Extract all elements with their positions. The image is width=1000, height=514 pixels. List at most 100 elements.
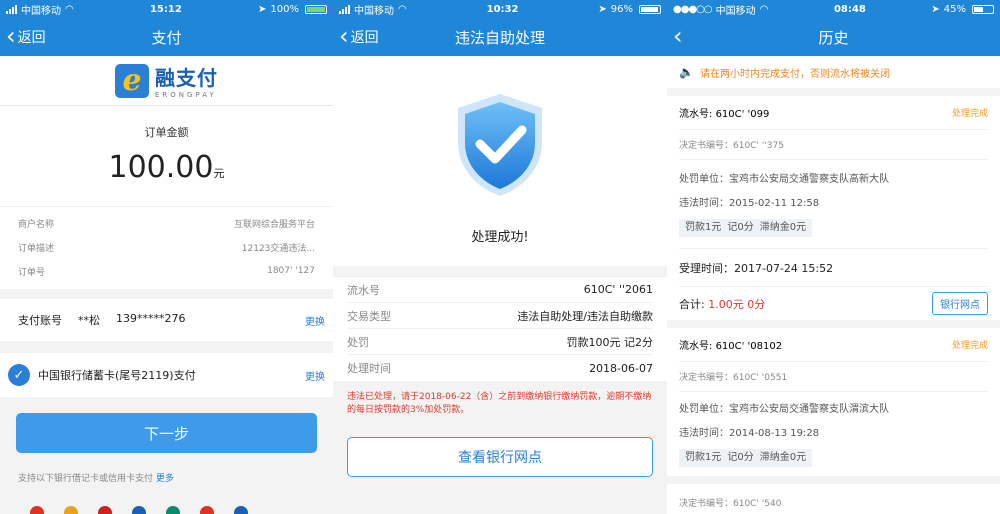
payment-warning-bar: 🔈 请在两小时内完成支付，否则流水将被关闭 xyxy=(667,56,1000,88)
chevron-left-icon: ‹ xyxy=(339,21,349,50)
account-phone: 139*****276 xyxy=(116,312,186,325)
result-row: 交易类型 违法自助处理/违法自助缴款 xyxy=(347,303,653,329)
bank-icon xyxy=(30,506,44,514)
serial-label: 流水号: xyxy=(679,341,713,352)
serial-group: 流水号: 610C' '08102 xyxy=(679,337,782,352)
status-badge: 处理完成 xyxy=(951,109,988,119)
bank-icon xyxy=(200,506,214,514)
clock: 15:12 xyxy=(149,3,182,15)
status-bar: ●●●○○ 中国移动 ◠ 08:48 ➤ 45% xyxy=(667,0,1000,18)
bank-icon xyxy=(132,506,146,514)
result-label: 交易类型 xyxy=(347,309,391,323)
result-value: 罚款100元 记2分 xyxy=(566,335,654,349)
late-fee-tag: 滞纳金0元 xyxy=(759,222,807,233)
success-section: 处理成功! xyxy=(333,56,667,266)
bank-icon xyxy=(98,506,112,514)
total-label: 合计: xyxy=(679,297,705,311)
detail-label: 商户名称 xyxy=(18,219,55,230)
record-footer: 合计: 1.00元 0分 银行网点 xyxy=(679,286,988,320)
history-screen: ●●●○○ 中国移动 ◠ 08:48 ➤ 45% ‹ 历史 🔈 请在两小时内完成… xyxy=(667,0,1000,514)
battery-percent: 100% xyxy=(270,3,299,15)
payment-deadline-notice: 违法已处理，请于2018-06-22（含）之前到缴纳银行缴纳罚款，逾期不缴纳的每… xyxy=(347,392,652,415)
card-row[interactable]: ✓ 中国银行储蓄卡(尾号2119)支付 更换 xyxy=(0,353,333,397)
bank-branch-button[interactable]: 银行网点 xyxy=(932,292,988,315)
location-icon: ➤ xyxy=(598,3,607,15)
history-record[interactable]: 流水号: 610C' '099 处理完成 决定书编号：610C' ''375 处… xyxy=(667,96,1000,320)
logo-e-icon: e xyxy=(115,63,149,98)
speaker-icon: 🔈 xyxy=(679,65,694,79)
bank-icon xyxy=(234,506,248,514)
detail-value: 1807' '127 xyxy=(267,266,315,276)
status-bar: 中国移动 ◠ 15:12 ➤ 100% xyxy=(0,0,333,18)
account-name: **松 xyxy=(78,314,100,327)
status-badge: 处理完成 xyxy=(951,341,988,351)
nav-bar: ‹ 返回 支付 xyxy=(0,18,333,56)
violation-result-screen: 中国移动 ◠ 10:32 ➤ 96% ‹ 返回 违法自助处理 处理成功! 流水号… xyxy=(333,0,667,514)
detail-row: 商户名称 互联网综合服务平台 xyxy=(18,211,315,235)
wifi-icon: ◠ xyxy=(759,3,769,15)
result-row: 流水号 610C' ''2061 xyxy=(347,277,653,303)
record-header: 流水号: 610C' '08102 处理完成 xyxy=(679,328,988,362)
more-link[interactable]: 更多 xyxy=(156,474,174,484)
back-button[interactable]: ‹ xyxy=(673,18,683,56)
serial-number: 610C' '099 xyxy=(715,109,770,120)
result-label: 处理时间 xyxy=(347,362,391,375)
logo-subtext: ERONGPAY xyxy=(155,91,217,99)
record-body: 处罚单位：宝鸡市公安局交通警察支队渭滨大队 违法时间：2014-08-13 19… xyxy=(679,392,988,476)
screenshot-collage: 中国移动 ◠ 15:12 ➤ 100% ‹ 返回 支付 e 融支付 ERONGP… xyxy=(0,0,1000,514)
decision-number: 决定书编号：610C' '0551 xyxy=(679,362,988,392)
result-label: 处罚 xyxy=(347,335,369,349)
penalty-unit: 处罚单位：宝鸡市公安局交通警察支队高新大队 xyxy=(679,174,889,185)
detail-row: 订单描述 12123交通违法... xyxy=(18,235,315,259)
change-account-link[interactable]: 更换 xyxy=(305,313,325,328)
late-fee-tag: 滞纳金0元 xyxy=(759,452,807,463)
bank-icon xyxy=(64,506,78,514)
view-bank-branches-button[interactable]: 查看银行网点 xyxy=(347,437,653,477)
decision-number: 决定书编号：610C' ''375 xyxy=(679,130,988,160)
page-title: 历史 xyxy=(818,28,849,47)
points-tag: 记0分 xyxy=(727,452,754,463)
battery-percent: 96% xyxy=(610,3,633,15)
carrier-label: 中国移动 xyxy=(715,5,756,17)
amount-label: 订单金额 xyxy=(144,126,189,139)
result-details: 流水号 610C' ''2061 交易类型 违法自助处理/违法自助缴款 处罚 罚… xyxy=(333,276,667,381)
serial-number: 610C' '08102 xyxy=(715,341,783,352)
logo-text: 融支付 xyxy=(155,66,218,90)
back-label: 返回 xyxy=(350,30,379,46)
logo-area: e 融支付 ERONGPAY xyxy=(0,56,333,106)
carrier-label: 中国移动 xyxy=(21,5,61,17)
order-details: 商户名称 互联网综合服务平台 订单描述 12123交通违法... 订单号 180… xyxy=(0,206,333,289)
support-label: 支持以下银行借记卡或信用卡支付 xyxy=(18,474,154,484)
back-button[interactable]: ‹ 返回 xyxy=(339,18,379,56)
success-message: 处理成功! xyxy=(471,230,529,245)
support-text: 支持以下银行借记卡或信用卡支付 更多 xyxy=(18,471,333,484)
history-record[interactable]: 流水号: 610C' '08102 处理完成 决定书编号：610C' '0551… xyxy=(667,328,1000,476)
penalty-unit: 处罚单位：宝鸡市公安局交通警察支队渭滨大队 xyxy=(679,404,889,415)
result-value: 610C' ''2061 xyxy=(583,283,653,296)
account-row[interactable]: 支付账号 **松 139*****276 更换 xyxy=(0,299,333,341)
signal-icon xyxy=(339,4,350,14)
battery-icon xyxy=(972,4,994,14)
detail-value: 互联网综合服务平台 xyxy=(233,219,315,230)
fine-tag: 罚款1元 xyxy=(685,222,722,233)
next-button[interactable]: 下一步 xyxy=(16,413,317,453)
points-tag: 记0分 xyxy=(727,222,754,233)
total-amount: 1.00元 xyxy=(708,297,744,311)
result-value: 违法自助处理/违法自助缴款 xyxy=(517,309,653,323)
amount-display: 100.00元 xyxy=(0,150,333,185)
serial-label: 流水号: xyxy=(679,109,713,120)
change-card-link[interactable]: 更换 xyxy=(305,368,325,383)
detail-value: 12123交通违法... xyxy=(241,243,315,254)
accept-time: 受理时间：2017-07-24 15:52 xyxy=(679,248,988,286)
amount-unit: 元 xyxy=(213,167,225,180)
result-row: 处理时间 2018-06-07 xyxy=(347,355,653,381)
page-title: 支付 xyxy=(151,28,182,47)
bank-icons xyxy=(30,506,248,514)
back-label: 返回 xyxy=(17,30,46,46)
shield-check-icon xyxy=(458,94,542,196)
serial-group: 流水号: 610C' '099 xyxy=(679,105,769,120)
penalty-tags: 罚款1元 记0分 滞纳金0元 xyxy=(679,219,813,237)
back-button[interactable]: ‹ 返回 xyxy=(6,18,46,56)
signal-icon xyxy=(6,4,17,14)
amount-section: 订单金额 100.00元 xyxy=(0,106,333,206)
